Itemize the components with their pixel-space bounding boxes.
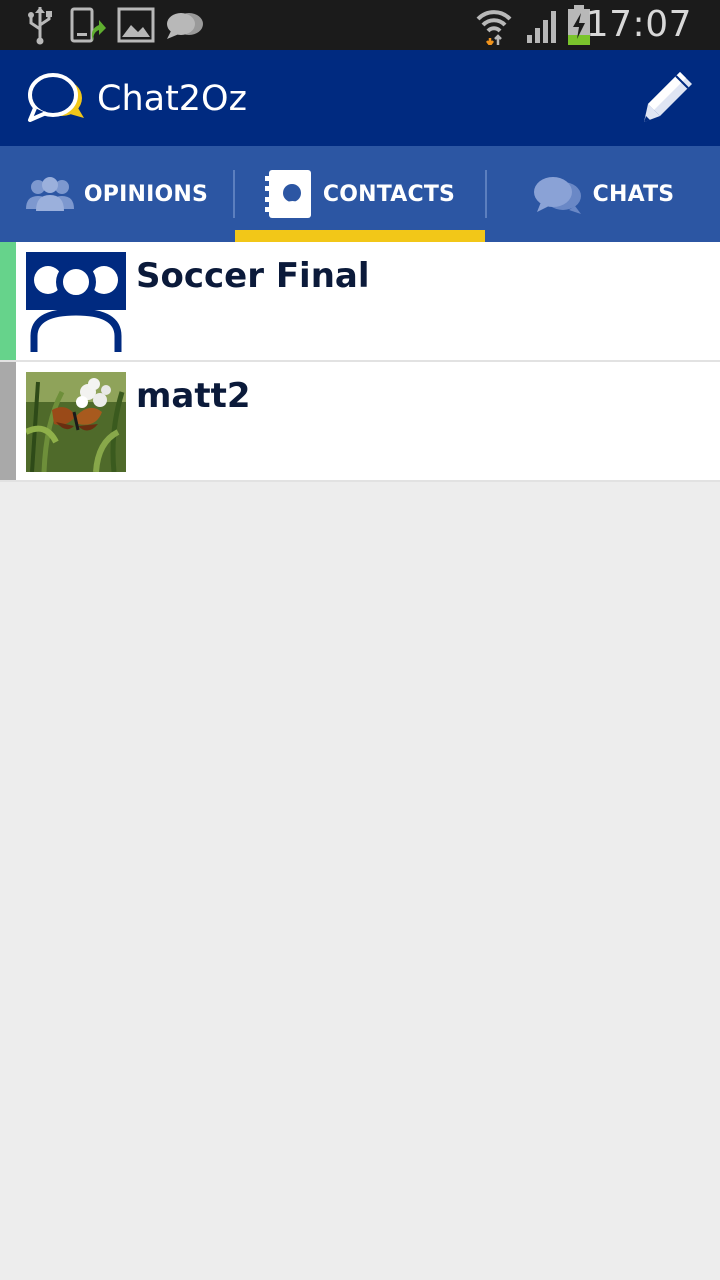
pencil-icon	[640, 68, 696, 128]
tab-bar: OPINIONS CONTACTS CHATS	[0, 146, 720, 242]
compose-button[interactable]	[636, 64, 700, 132]
contact-name: Soccer Final	[136, 256, 370, 296]
status-indicator	[0, 242, 16, 360]
gallery-icon	[117, 0, 155, 50]
tab-chats-label: CHATS	[592, 181, 675, 207]
contacts-book-icon	[264, 170, 313, 218]
contact-name: matt2	[136, 376, 251, 416]
tab-opinions[interactable]: OPINIONS	[0, 146, 234, 242]
chat-bubbles-icon	[533, 174, 583, 214]
tab-chats[interactable]: CHATS	[487, 146, 720, 242]
chat-bubble-logo-icon[interactable]	[26, 72, 86, 124]
wifi-icon	[474, 0, 514, 50]
people-icon	[25, 176, 74, 212]
tab-opinions-label: OPINIONS	[83, 181, 209, 207]
list-item[interactable]: Soccer Final	[0, 242, 720, 362]
selected-tab-indicator	[235, 230, 485, 242]
butterfly-photo	[26, 372, 126, 472]
list-item[interactable]: matt2	[0, 362, 720, 482]
tab-contacts-label: CONTACTS	[322, 181, 456, 207]
app-title: Chat2Oz	[97, 79, 247, 119]
chat-notification-icon	[165, 0, 205, 50]
tab-contacts[interactable]: CONTACTS	[235, 146, 485, 242]
signal-icon	[524, 0, 562, 50]
screenshot-sync-icon	[68, 0, 108, 50]
status-indicator	[0, 362, 16, 480]
app-bar: Chat2Oz	[0, 50, 720, 146]
status-time: 17:07	[585, 4, 692, 45]
status-bar: 17:07	[0, 0, 720, 50]
contacts-list: Soccer Final matt2	[0, 242, 720, 482]
usb-icon	[26, 0, 54, 50]
group-avatar-icon	[26, 252, 126, 352]
